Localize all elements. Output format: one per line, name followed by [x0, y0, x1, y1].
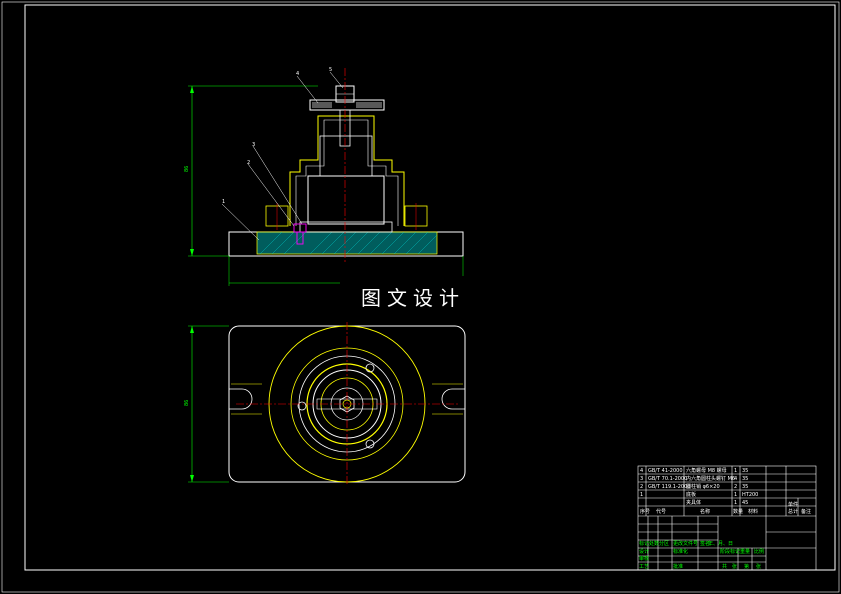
balloon-2: 2 [247, 160, 250, 166]
svg-text:标准化: 标准化 [673, 548, 688, 555]
svg-text:审核: 审核 [639, 555, 649, 562]
slot-right [441, 388, 465, 410]
plan-view: 86 [184, 322, 466, 486]
svg-text:工艺: 工艺 [639, 564, 649, 570]
svg-text:共: 共 [722, 563, 727, 570]
watermark: 图文设计 [361, 286, 465, 310]
svg-text:六角螺母 M8 螺母: 六角螺母 M8 螺母 [686, 467, 727, 474]
svg-text:设计: 设计 [639, 548, 649, 555]
svg-text:张: 张 [732, 563, 737, 570]
svg-text:1: 1 [640, 492, 643, 498]
svg-text:35: 35 [742, 468, 748, 474]
svg-text:GB/T 119.1-2000: GB/T 119.1-2000 [648, 484, 690, 490]
base-plate-section [256, 231, 438, 255]
svg-text:45: 45 [742, 500, 748, 506]
central-cylinder [307, 175, 385, 225]
svg-text:标记: 标记 [639, 540, 649, 547]
svg-text:总计: 总计 [788, 508, 798, 515]
svg-text:代号: 代号 [656, 508, 666, 515]
slot-left [229, 388, 253, 410]
svg-text:更改文件号: 更改文件号 [673, 540, 698, 547]
svg-text:批准: 批准 [673, 563, 683, 570]
screw-hole-3 [365, 439, 375, 449]
svg-text:HT200: HT200 [742, 492, 758, 498]
leaders [221, 71, 344, 241]
svg-text:1: 1 [734, 500, 737, 506]
svg-text:处数: 处数 [649, 540, 659, 547]
front-height-dim: 86 [184, 166, 190, 172]
svg-text:张: 张 [756, 563, 761, 570]
upper-cylinder [319, 135, 373, 177]
svg-text:1: 1 [734, 492, 737, 498]
svg-text:内六角圆柱头螺钉 M6: 内六角圆柱头螺钉 M6 [686, 475, 735, 482]
housing-outline [289, 115, 405, 226]
svg-text:材料: 材料 [748, 508, 758, 515]
crossbar-hatch-right [356, 102, 382, 108]
svg-text:1: 1 [734, 468, 737, 474]
svg-text:4: 4 [640, 468, 643, 474]
svg-text:2: 2 [734, 484, 737, 490]
balloon-4: 4 [296, 71, 299, 77]
svg-text:GB/T 41-2000: GB/T 41-2000 [648, 468, 683, 474]
svg-text:单件: 单件 [788, 501, 798, 508]
svg-text:GB/T 70.1-2000: GB/T 70.1-2000 [648, 476, 687, 482]
svg-text:阶段标记: 阶段标记 [720, 548, 740, 555]
balloon-3: 3 [252, 142, 255, 148]
svg-text:夹具体: 夹具体 [686, 499, 701, 506]
svg-text:第: 第 [744, 563, 749, 570]
balloon-1: 1 [222, 199, 225, 205]
drawing-sheet: 86 1 2 3 4 5 图文设计 86 4 GB/T 41-2000 六角螺母… [1, 1, 840, 593]
svg-text:序号: 序号 [640, 508, 650, 515]
svg-text:2: 2 [640, 484, 643, 490]
front-view: 86 1 2 3 4 5 [184, 67, 464, 286]
svg-text:4: 4 [734, 476, 737, 482]
svg-text:备注: 备注 [801, 508, 811, 515]
svg-text:3: 3 [640, 476, 643, 482]
title-block-text: 4 GB/T 41-2000 六角螺母 M8 螺母 1 35 3 GB/T 70… [639, 467, 811, 570]
crossbar-hatch-left [312, 102, 332, 108]
svg-text:圆柱销 φ6×20: 圆柱销 φ6×20 [686, 483, 720, 490]
svg-text:分区: 分区 [659, 540, 669, 547]
svg-text:重量: 重量 [740, 548, 750, 555]
plan-height-dim: 86 [184, 400, 190, 406]
svg-text:名称: 名称 [700, 508, 710, 515]
svg-text:年、月、日: 年、月、日 [708, 540, 733, 547]
svg-text:比例: 比例 [754, 548, 764, 555]
svg-text:35: 35 [742, 476, 748, 482]
svg-text:数量: 数量 [733, 508, 743, 515]
balloon-5: 5 [329, 67, 332, 73]
svg-text:底板: 底板 [686, 491, 696, 498]
svg-text:35: 35 [742, 484, 748, 490]
